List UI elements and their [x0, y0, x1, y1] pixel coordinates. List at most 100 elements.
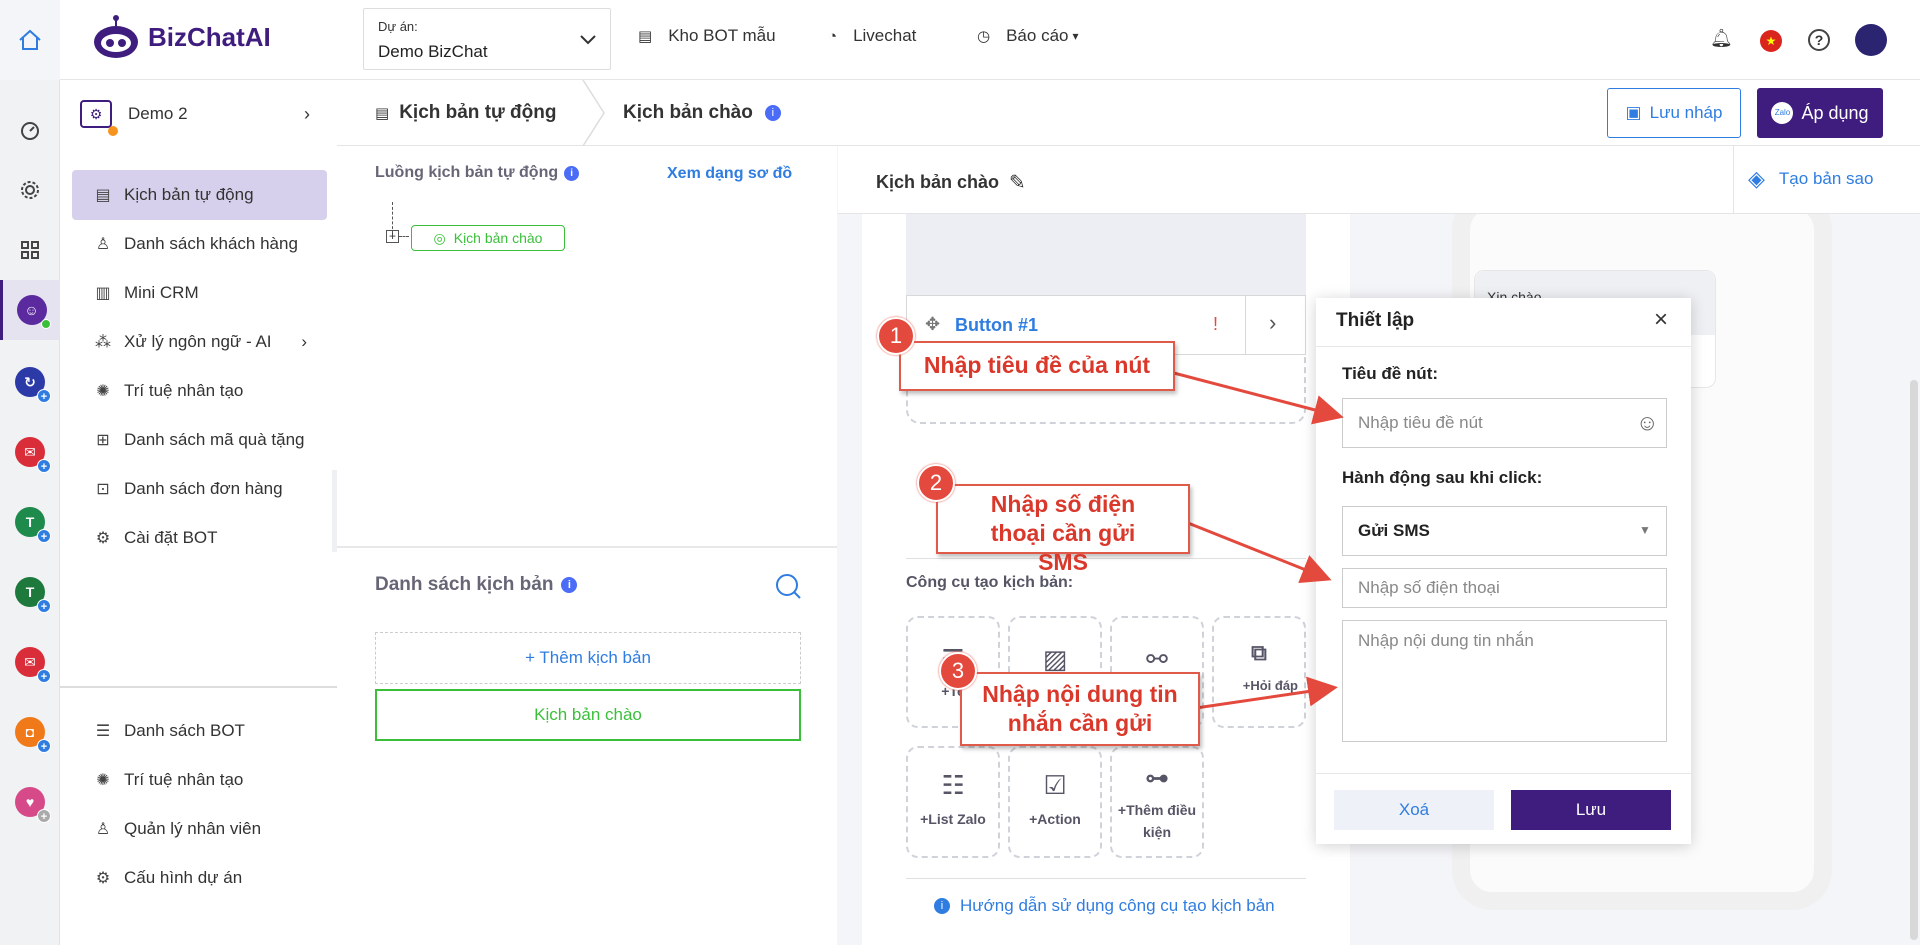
- action-select[interactable]: Gửi SMS: [1342, 506, 1667, 556]
- script-icon: ▤: [95, 187, 111, 204]
- app-icon-t1[interactable]: T +: [0, 492, 60, 552]
- report-icon: ◷: [977, 28, 991, 45]
- home-button[interactable]: [0, 0, 60, 80]
- sidebar-item-bot-list[interactable]: ☰ Danh sách BOT: [72, 706, 327, 756]
- ai-icon: ✺: [96, 772, 110, 789]
- settings-icon[interactable]: [0, 160, 60, 220]
- tool-condition[interactable]: ⊶ +Thêm điều kiện: [1110, 746, 1204, 858]
- divider: [1245, 296, 1246, 354]
- breadcrumb-item-1[interactable]: ▤ Kịch bản tự động: [375, 102, 557, 124]
- emoji-icon[interactable]: ☺: [1636, 410, 1658, 436]
- topnav-livechat[interactable]: ◔ Livechat: [828, 26, 916, 46]
- search-icon[interactable]: [774, 572, 802, 600]
- edit-icon[interactable]: ✎: [1009, 170, 1026, 195]
- sidebar-item-mini-crm[interactable]: ▥ Mini CRM: [72, 268, 327, 318]
- sidebar-item-project-config[interactable]: ⚙ Cấu hình dự án: [72, 853, 327, 903]
- dashboard-icon[interactable]: [0, 100, 60, 160]
- tool-action[interactable]: ☑ +Action: [1008, 746, 1102, 858]
- list-icon: ☰: [95, 723, 111, 740]
- add-script-button[interactable]: + Thêm kịch bản: [375, 632, 801, 684]
- save-button[interactable]: Lưu: [1511, 790, 1671, 830]
- settings-modal: Thiết lập × Tiêu đề nút: Nhập tiêu đề nú…: [1316, 298, 1691, 844]
- chevron-right-icon: ›: [304, 103, 310, 124]
- title-label: Tiêu đề nút:: [1342, 364, 1439, 383]
- callout-badge-1: 1: [877, 317, 915, 355]
- info-icon[interactable]: i: [764, 105, 781, 121]
- chevron-right-icon[interactable]: ›: [1269, 310, 1276, 336]
- list-icon: ☷: [941, 770, 965, 800]
- bell-icon[interactable]: 🔔︎: [1710, 28, 1733, 49]
- button-name: Button #1: [955, 315, 1038, 335]
- app-icon-t2[interactable]: T +: [0, 562, 60, 622]
- divider: [1316, 773, 1691, 774]
- app-icon-1[interactable]: ↻ +: [0, 352, 60, 412]
- sidebar-item-bot-settings[interactable]: ⚙ Cài đặt BOT: [72, 513, 327, 563]
- expand-icon[interactable]: +: [386, 230, 399, 243]
- sidebar: ⚙ Demo 2 › ▤ Kịch bản tự động ♙ Danh sách …: [60, 80, 337, 945]
- flow-title: Luồng kịch bản tự động i: [375, 164, 580, 182]
- caret-down-icon: ▼: [1639, 523, 1651, 537]
- scripts-title: Danh sách kịch bản i: [375, 574, 578, 596]
- info-icon[interactable]: i: [564, 165, 580, 181]
- view-diagram-link[interactable]: Xem dạng sơ đồ: [667, 165, 792, 183]
- modal-title: Thiết lập: [1336, 310, 1415, 331]
- script-item-greeting[interactable]: Kịch bản chào: [375, 689, 801, 741]
- save-draft-button[interactable]: ▣ Lưu nháp: [1607, 88, 1741, 138]
- sidebar-item-customers[interactable]: ♙ Danh sách khách hàng: [72, 219, 327, 269]
- tool-qa[interactable]: ⧉ +Hỏi đáp: [1212, 616, 1306, 728]
- link-icon: ⚯: [1146, 644, 1168, 674]
- sidebar-item-ai[interactable]: ✺ Trí tuệ nhân tạo: [72, 366, 327, 416]
- divider: [1733, 146, 1734, 214]
- duplicate-button[interactable]: ◈ Tạo bản sao: [1748, 166, 1873, 192]
- topnav-bot-templates[interactable]: ▤ Kho BOT mẫu: [638, 26, 776, 46]
- scrollbar[interactable]: [1910, 380, 1918, 940]
- flag-vn-icon[interactable]: ★: [1760, 30, 1782, 52]
- info-icon[interactable]: i: [561, 577, 578, 593]
- sidebar-item-ai-2[interactable]: ✺ Trí tuệ nhân tạo: [72, 755, 327, 805]
- divider: [60, 686, 337, 688]
- phone-input[interactable]: Nhập số điện thoại: [1342, 568, 1667, 608]
- app-icon-mail[interactable]: ✉ +: [0, 422, 60, 482]
- sidebar-item-staff[interactable]: ♙ Quản lý nhân viên: [72, 804, 327, 854]
- topnav-report[interactable]: ◷ Báo cáo ▾: [977, 26, 1079, 46]
- bot-icon: ⚙: [80, 100, 118, 136]
- help-icon[interactable]: ?: [1808, 29, 1830, 51]
- tool-list-zalo[interactable]: ☷ +List Zalo: [906, 746, 1000, 858]
- flow-panel: Luồng kịch bản tự động i Xem dạng sơ đồ +…: [337, 146, 837, 945]
- app-icon-mail2[interactable]: ✉ +: [0, 632, 60, 692]
- template-icon: ▤: [638, 28, 653, 45]
- apply-button[interactable]: Zalo Áp dụng: [1757, 88, 1883, 138]
- bot-selector[interactable]: ⚙ Demo 2 ›: [80, 94, 320, 136]
- sidebar-item-auto-script[interactable]: ▤ Kịch bản tự động: [72, 170, 327, 220]
- drag-icon[interactable]: ✥: [925, 314, 940, 335]
- delete-button[interactable]: Xoá: [1334, 790, 1494, 830]
- gift-icon: ⊞: [96, 432, 110, 449]
- app-icon-heart[interactable]: ♥ +: [0, 772, 60, 832]
- callout-2: Nhập số điện thoại cần gửi SMS: [936, 484, 1190, 575]
- avatar[interactable]: [1855, 24, 1887, 56]
- app-rail: ☺ ↻ + ✉ + T + T + ✉ + ◘ + ♥ +: [0, 80, 60, 945]
- guide-link[interactable]: i Hướng dẫn sử dụng công cụ tạo kịch bản: [934, 896, 1275, 916]
- message-textarea[interactable]: Nhập nội dung tin nhắn: [1342, 620, 1667, 742]
- sidebar-item-nlp[interactable]: ⁂ Xử lý ngôn ngữ - AI ›: [72, 317, 327, 367]
- bot-name: Demo 2: [128, 104, 188, 123]
- flow-node-greeting[interactable]: ◎ Kịch bản chào: [411, 225, 565, 251]
- action-icon: ☑: [1043, 770, 1067, 800]
- button-title-input[interactable]: Nhập tiêu đề nút: [1342, 398, 1667, 448]
- project-selector[interactable]: Dự án: Demo BizChat: [363, 8, 611, 70]
- divider: [906, 878, 1306, 879]
- brand-logo[interactable]: BizChatAI: [90, 14, 271, 60]
- apps-grid-icon[interactable]: [0, 220, 60, 280]
- messenger-icon: ◎: [433, 229, 446, 246]
- project-value: Demo BizChat: [378, 42, 488, 61]
- user-icon: ♙: [95, 236, 111, 253]
- app-icon-bag[interactable]: ◘ +: [0, 702, 60, 762]
- editor-card: ✥ Button #1 ! › Công cụ tạo kịch bản: ☰+…: [862, 214, 1350, 945]
- close-icon[interactable]: ×: [1654, 306, 1668, 334]
- gear-icon: ⚙: [95, 530, 111, 547]
- sidebar-item-gift-codes[interactable]: ⊞ Danh sách mã quà tặng: [72, 415, 327, 465]
- sidebar-item-orders[interactable]: ⊡ Danh sách đơn hàng: [72, 464, 327, 514]
- editor-header: Kịch bản chào ✎ ◈ Tạo bản sao: [838, 146, 1920, 214]
- draft-icon: ▣: [1625, 103, 1642, 122]
- bizchat-app-icon[interactable]: ☺: [0, 280, 60, 340]
